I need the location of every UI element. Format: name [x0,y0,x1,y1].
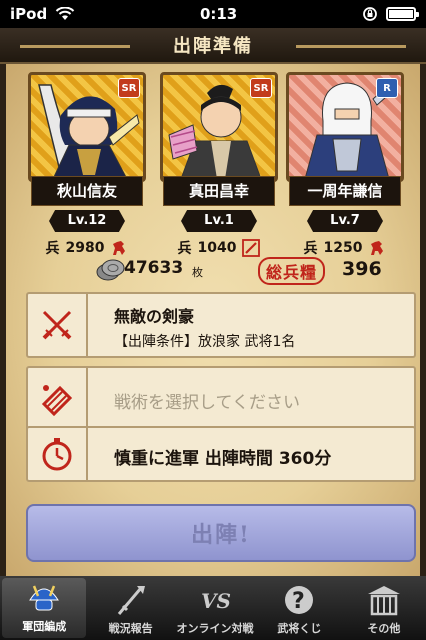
march-label: 慎重に進軍 出陣時間 360分 [114,449,332,469]
general-card-3[interactable]: R 一周年謙信 Lv.7 兵 1250 [286,72,404,258]
carrier-label: iPod [10,5,48,23]
tab-bar: 軍団編成 戦況報告 VS オンライン対戦 ? 武将くじ その他 [0,576,426,640]
vs-icon: VS [201,589,231,613]
crossed-swords-icon [42,310,72,340]
rarity-badge: SR [250,78,272,98]
cavalry-icon [371,241,384,255]
tab-general-lottery[interactable]: ? 武将くじ [257,576,341,640]
formation-condition: 【出陣条件】放浪家 武将1名 [114,334,296,350]
wifi-icon [55,7,75,20]
tab-online-battle[interactable]: VS オンライン対戦 [173,576,257,640]
svg-text:VS: VS [201,589,231,613]
cavalry-icon [113,241,126,255]
infantry-icon [242,239,261,257]
tactic-placeholder: 戦術を選択してください [114,393,300,413]
svg-text:?: ? [292,589,305,614]
samurai-helmet-icon [29,585,60,611]
spear-icon [117,586,145,615]
rarity-badge: SR [118,78,140,98]
rotation-lock-icon [363,7,377,21]
troop-label: 兵 [177,241,192,257]
general-name: 一周年謙信 [289,176,401,206]
rarity-badge: R [376,78,398,98]
coin-unit: 枚 [192,266,203,279]
coin-count: 47633 [124,258,184,278]
card-portrait-frame: R [286,72,404,182]
question-mark-icon: ? [285,586,314,614]
status-bar: iPod 0:13 [0,0,426,28]
tab-label: オンライン対戦 [176,622,254,635]
tab-label: 武将くじ [277,622,322,635]
march-speed-option[interactable]: 慎重に進軍 出陣時間 360分 [26,426,416,482]
main-panel: SR 秋山信友 Lv.12 兵 2980 SR 真田昌幸 Lv.1 兵 1040… [0,64,426,576]
resources-row: 47633 枚 総兵糧 396 [26,256,416,285]
troop-count: 2980 [65,240,105,256]
tab-label: その他 [367,622,401,635]
troop-count-row: 兵 2980 [28,238,146,258]
general-name: 秋山信友 [31,176,143,206]
clock: 0:13 [199,5,238,23]
general-level: Lv.1 [181,210,257,232]
troop-count: 1040 [197,240,237,256]
card-portrait-frame: SR [160,72,278,182]
formation-option[interactable]: 無敵の剣豪 【出陣条件】放浪家 武将1名 [26,292,416,358]
scroll-icon [41,385,73,417]
total-troops-label: 総兵糧 [258,257,326,285]
general-cards: SR 秋山信友 Lv.12 兵 2980 SR 真田昌幸 Lv.1 兵 1040… [28,72,410,257]
total-troops-value: 396 [342,258,382,280]
tab-label: 戦況報告 [108,622,153,635]
troop-label: 兵 [45,241,60,257]
general-card-2[interactable]: SR 真田昌幸 Lv.1 兵 1040 [160,72,278,258]
formation-title: 無敵の剣豪 [114,307,195,326]
sortie-button[interactable]: 出陣! [26,504,416,562]
troop-count-row: 兵 1250 [286,238,404,258]
troop-label: 兵 [303,241,318,257]
card-portrait-frame: SR [28,72,146,182]
tab-label: 軍団編成 [22,620,67,633]
tab-other[interactable]: その他 [342,576,426,640]
coin-stack-icon [96,259,125,281]
general-level: Lv.7 [307,210,383,232]
stopwatch-icon [42,438,72,471]
general-name: 真田昌幸 [163,176,275,206]
battery-icon [386,7,419,21]
troop-count-row: 兵 1040 [160,238,278,258]
tab-army-formation[interactable]: 軍団編成 [2,578,87,638]
troop-count: 1250 [323,240,363,256]
general-card-1[interactable]: SR 秋山信友 Lv.12 兵 2980 [28,72,146,258]
general-level: Lv.12 [49,210,125,232]
tactic-select[interactable]: 戦術を選択してください [26,366,416,432]
page-title: 出陣準備 [173,36,253,57]
sortie-button-label: 出陣! [191,522,251,548]
screen-header: 出陣準備 [0,28,426,64]
tab-battle-report[interactable]: 戦況報告 [88,576,172,640]
castle-gate-icon [367,586,400,616]
